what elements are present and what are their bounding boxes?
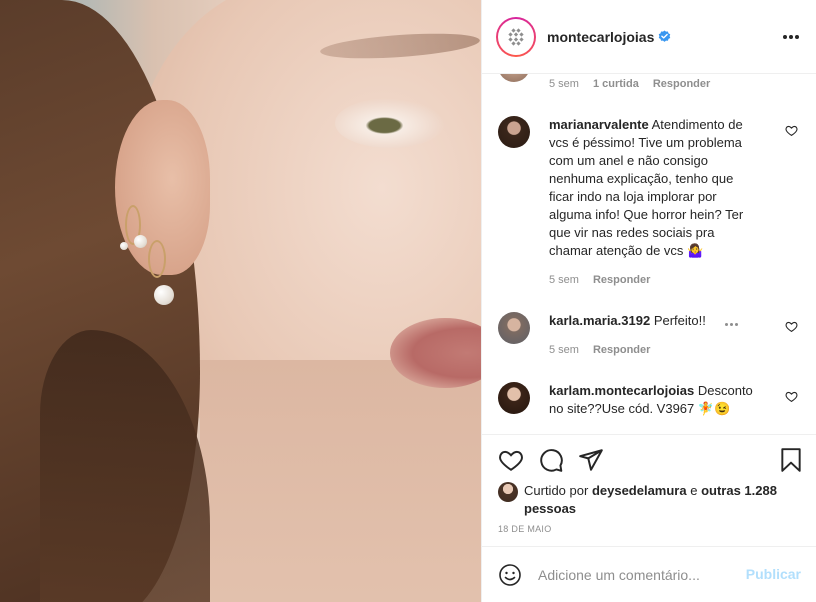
verified-badge-icon (659, 30, 671, 42)
earring-pearl-drop (154, 285, 174, 305)
share-paper-plane-icon[interactable] (578, 447, 604, 473)
post-header: montecarlojoias (482, 0, 816, 74)
comment-likes-count[interactable]: 1 curtida (593, 78, 639, 90)
photo-eye (335, 98, 445, 148)
liker-avatar[interactable] (498, 482, 518, 502)
comment-username[interactable]: karlam.montecarlojoias (549, 383, 694, 398)
more-horizontal-icon (783, 35, 787, 39)
comment-username[interactable]: marianarvalente (549, 117, 649, 132)
more-dot (789, 35, 793, 39)
earring-pearl-tiny (120, 242, 128, 250)
reply-button[interactable]: Responder (653, 78, 710, 90)
comment-meta: 5 sem 1 curtida Responder (549, 78, 710, 90)
more-options-button[interactable] (781, 28, 801, 46)
likes-conjunction: e (690, 483, 698, 498)
emoji-smiley-icon[interactable] (498, 563, 522, 587)
post-date[interactable]: 18 DE MAIO (498, 524, 552, 534)
comment-username[interactable]: karla.maria.3192 (549, 313, 650, 328)
comment-input[interactable] (538, 563, 738, 587)
publish-button[interactable]: Publicar (746, 566, 801, 582)
comment-meta: 5 sem Responder (549, 274, 650, 286)
reply-button[interactable]: Responder (593, 274, 650, 286)
comments-list[interactable]: 5 sem 1 curtida Responder marianarvalent… (482, 74, 816, 434)
list-item: karla.maria.3192 Perfeito!! 5 sem Respon… (498, 312, 798, 372)
list-item: karlam.montecarlojoias Desconto no site?… (498, 382, 798, 434)
comment-avatar[interactable] (498, 382, 530, 414)
post-actions-bar (482, 434, 816, 484)
comment-meta: 5 sem Responder (549, 344, 650, 356)
comment-content: Perfeito!! (653, 313, 706, 328)
list-item: marianarvalente Atendimento de vcs é pés… (498, 116, 798, 286)
comment-text: karlam.montecarlojoias Desconto no site?… (549, 382, 761, 418)
comment-time: 5 sem (549, 78, 579, 90)
comment-text: marianarvalente Atendimento de vcs é pés… (549, 116, 761, 260)
comment-time: 5 sem (549, 274, 579, 286)
earring-hoop (148, 240, 166, 278)
like-comment-heart-icon[interactable] (785, 320, 798, 333)
earring-pearl-small (134, 235, 147, 248)
more-dot (730, 322, 733, 326)
profile-avatar[interactable] (496, 16, 536, 57)
brand-logo-icon (508, 27, 524, 46)
comment-avatar[interactable] (498, 74, 530, 82)
reply-button[interactable]: Responder (593, 344, 650, 356)
save-bookmark-icon[interactable] (778, 447, 804, 473)
more-dot (795, 35, 799, 39)
comment-content: Atendimento de vcs é péssimo! Tive um pr… (549, 117, 744, 258)
likes-text: Curtido por deysedelamura e outras 1.288… (524, 482, 804, 518)
comment-options-button[interactable] (725, 321, 743, 327)
likes-prefix: Curtido por (524, 483, 589, 498)
liker-username[interactable]: deysedelamura (592, 483, 687, 498)
post-image[interactable] (0, 0, 481, 602)
add-comment-bar: Publicar (482, 546, 816, 602)
post-side-panel: montecarlojoias 5 sem 1 curtida Responde… (481, 0, 816, 602)
like-comment-heart-icon[interactable] (785, 390, 798, 403)
likes-summary: Curtido por deysedelamura e outras 1.288… (498, 482, 798, 518)
comment-avatar[interactable] (498, 312, 530, 344)
like-comment-heart-icon[interactable] (785, 124, 798, 137)
post-username[interactable]: montecarlojoias (547, 29, 654, 45)
photo-neck (200, 360, 481, 602)
more-dot (735, 322, 738, 326)
like-heart-icon[interactable] (498, 447, 524, 473)
comment-bubble-icon[interactable] (538, 447, 564, 473)
brand-logo (498, 18, 534, 55)
comment-time: 5 sem (549, 344, 579, 356)
more-horizontal-icon (725, 322, 728, 326)
comment-avatar[interactable] (498, 116, 530, 148)
